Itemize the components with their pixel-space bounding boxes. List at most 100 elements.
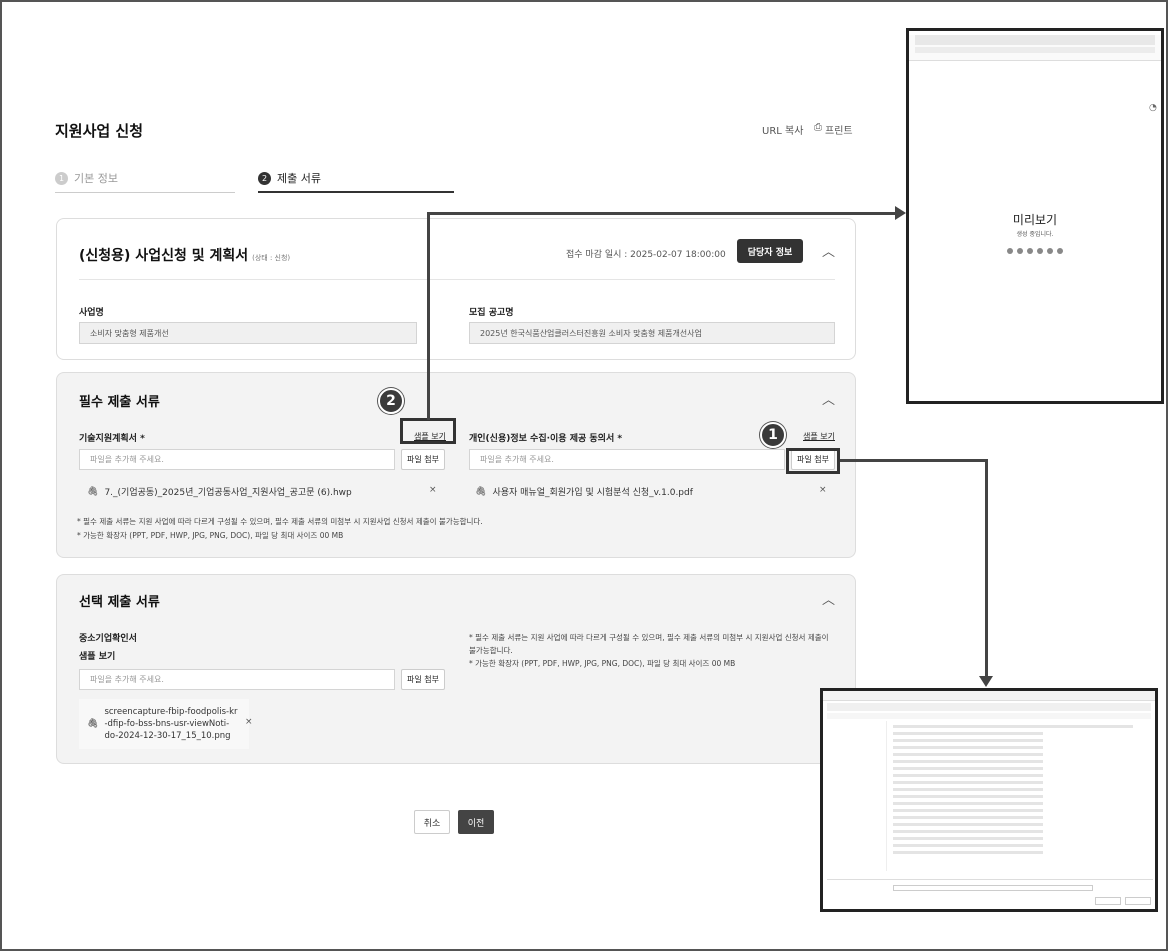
collapse-chevron-icon[interactable]: ︿ <box>822 389 835 408</box>
preview-subtitle: 생성 중입니다. <box>1016 231 1054 238</box>
notice-field: 2025년 한국식품산업클러스터진흥원 소비자 맞춤형 제품개선사업 <box>469 322 835 344</box>
arrow-down-icon <box>979 676 993 687</box>
step-underline <box>55 192 235 193</box>
dialog-titlebar <box>823 691 1155 701</box>
optional-note-1b: 불가능합니다. <box>469 646 513 655</box>
loading-dot <box>1007 248 1013 254</box>
paperclip-icon: 🖇 <box>475 486 487 497</box>
file-list-row <box>893 837 1043 840</box>
file-list-row <box>893 781 1043 784</box>
file-open-dialog <box>820 688 1158 912</box>
file-list-row <box>893 760 1043 763</box>
file-list-row <box>893 816 1043 819</box>
tech-plan-label: 기술지원계획서 * <box>79 434 145 444</box>
attach-highlight-box <box>786 448 840 474</box>
optional-docs-card: 선택 제출 서류 ︿ 중소기업확인서 샘플 보기 파일을 추가해 주세요. 파일… <box>56 574 856 764</box>
attached-file: 🖇 사용자 매뉴얼_회원가입 및 시험분석 신청_v.1.0.pdf <box>475 485 693 499</box>
remove-file-button[interactable]: × <box>245 717 253 727</box>
browser-titlebar <box>909 35 1161 61</box>
optional-note-1a: * 필수 제출 서류는 지원 사업에 따라 다르게 구성될 수 있으며, 필수 … <box>469 633 829 642</box>
loading-indicator <box>909 239 1161 258</box>
file-name-line: -dfip-fo-bss-bns-usr-viewNoti- <box>104 719 230 729</box>
required-note-2: * 가능한 확장자 (PPT, PDF, HWP, JPG, PNG, DOC)… <box>77 531 344 540</box>
remove-file-button[interactable]: × <box>429 485 437 495</box>
divider <box>79 279 835 280</box>
collapse-chevron-icon[interactable]: ︿ <box>822 241 835 260</box>
step-basic-info[interactable]: 1 기본 정보 <box>55 170 118 186</box>
file-list-row <box>893 746 1043 749</box>
callout-badge-2: 2 <box>378 388 404 414</box>
sample-highlight-box <box>400 418 456 444</box>
file-list-row <box>893 739 1043 742</box>
attach-file-button[interactable]: 파일 첨부 <box>401 449 445 470</box>
file-name: screencapture-fbip-foodpolis-kr -dfip-fo… <box>104 706 237 742</box>
contact-info-button[interactable]: 담당자 정보 <box>737 239 803 263</box>
remove-file-button[interactable]: × <box>819 485 827 495</box>
attach-file-button[interactable]: 파일 첨부 <box>401 669 445 690</box>
attached-file: 🖇 screencapture-fbip-foodpolis-kr -dfip-… <box>79 699 249 749</box>
file-list-row <box>893 753 1043 756</box>
titlebar-text-placeholder <box>915 35 1155 45</box>
file-list-row <box>893 844 1043 847</box>
plan-card-header: (신청용) 사업신청 및 계획서 (상태 : 신청) <box>79 245 290 265</box>
privacy-consent-label: 개인(신용)정보 수집·이용 제공 동의서 * <box>469 434 623 444</box>
cancel-button[interactable]: 취소 <box>414 810 450 834</box>
sme-cert-file-input[interactable]: 파일을 추가해 주세요. <box>79 669 395 690</box>
required-note-1: * 필수 제출 서류는 지원 사업에 따라 다르게 구성될 수 있으며, 필수 … <box>77 517 483 526</box>
file-list-row <box>893 802 1043 805</box>
dialog-toolbar <box>827 713 1151 719</box>
sample-view-link[interactable]: 샘플 보기 <box>79 649 115 662</box>
dialog-cancel-button[interactable] <box>1125 897 1151 905</box>
url-copy-button[interactable]: URL 복사 <box>762 122 803 137</box>
preview-window: ◔ 미리보기 생성 중입니다. <box>906 28 1164 404</box>
file-name-line: do-2024-12-30-17_15_10.png <box>104 731 231 741</box>
sme-cert-label: 중소기업확인서 <box>79 634 137 644</box>
file-list-row <box>893 725 1133 728</box>
print-button[interactable]: ⎙ 프린트 <box>814 122 853 137</box>
file-list-row <box>893 851 1043 854</box>
address-bar <box>915 47 1155 53</box>
loading-dot <box>1037 248 1043 254</box>
dialog-file-list <box>893 725 1149 875</box>
optional-note-2: * 가능한 확장자 (PPT, PDF, HWP, JPG, PNG, DOC)… <box>469 659 736 668</box>
file-list-row <box>893 732 1043 735</box>
step-active-underline <box>258 191 454 193</box>
arrow-right-icon <box>895 206 906 220</box>
step-number: 1 <box>55 171 68 185</box>
connector-line <box>985 459 988 677</box>
plan-card: (신청용) 사업신청 및 계획서 (상태 : 신청) 접수 마감 일시 : 20… <box>56 218 856 360</box>
page-title: 지원사업 신청 <box>55 122 144 140</box>
sample-view-link[interactable]: 샘플 보기 <box>803 431 835 442</box>
tech-plan-file-input[interactable]: 파일을 추가해 주세요. <box>79 449 395 470</box>
dialog-sidebar <box>827 721 887 871</box>
privacy-consent-file-input[interactable]: 파일을 추가해 주세요. <box>469 449 785 470</box>
file-list-row <box>893 809 1043 812</box>
deadline-text: 접수 마감 일시 : 2025-02-07 18:00:00 <box>566 250 726 260</box>
open-button[interactable] <box>1095 897 1121 905</box>
required-docs-title: 필수 제출 서류 <box>79 395 160 410</box>
file-list-row <box>893 767 1043 770</box>
translate-icon[interactable]: ◔ <box>1149 103 1157 113</box>
file-list-row <box>893 774 1043 777</box>
loading-dot <box>1057 248 1063 254</box>
optional-docs-title: 선택 제출 서류 <box>79 595 160 610</box>
file-list-row <box>893 788 1043 791</box>
file-name-line: screencapture-fbip-foodpolis-kr <box>104 707 238 717</box>
step-label: 기본 정보 <box>74 172 118 185</box>
collapse-chevron-icon[interactable]: ︿ <box>822 589 835 608</box>
file-name: 7._(기업공동)_2025년_기업공동사업_지원사업_공고문 (6).hwp <box>104 488 352 498</box>
print-label: 프린트 <box>825 126 853 137</box>
step-documents[interactable]: 2 제출 서류 <box>258 170 321 186</box>
filename-input[interactable] <box>893 885 1093 891</box>
file-list-row <box>893 823 1043 826</box>
screenshot-frame: 지원사업 신청 URL 복사 ⎙ 프린트 1 기본 정보 2 제출 서류 (신청… <box>0 0 1168 951</box>
print-icon: ⎙ <box>814 122 822 133</box>
paperclip-icon: 🖇 <box>87 486 99 497</box>
file-list-row <box>893 830 1043 833</box>
file-list-row <box>893 795 1043 798</box>
connector-line <box>427 212 897 215</box>
loading-dot <box>1027 248 1033 254</box>
prev-button[interactable]: 이전 <box>458 810 494 834</box>
connector-line <box>427 212 430 420</box>
preview-title: 미리보기 <box>1012 213 1058 227</box>
